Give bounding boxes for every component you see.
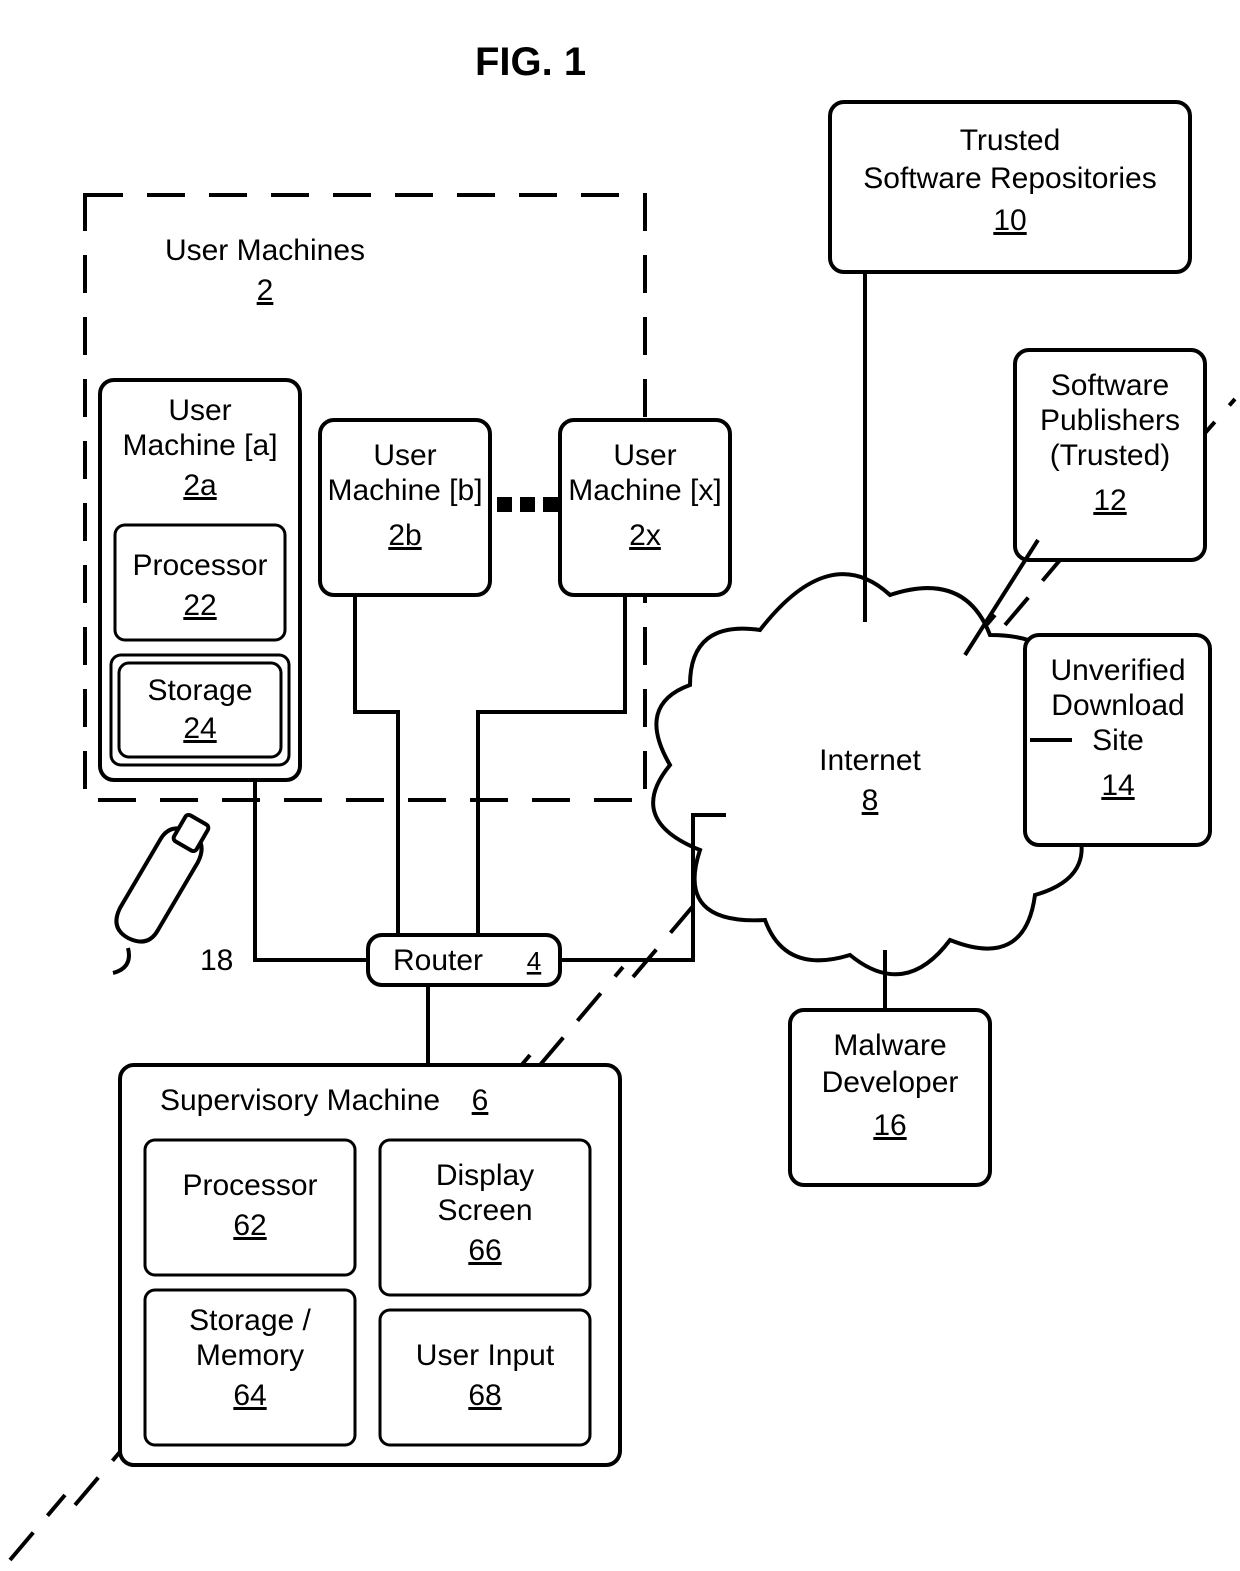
trusted-repo-box: Trusted Software Repositories 10 (830, 102, 1190, 272)
svg-text:Storage: Storage (147, 674, 252, 707)
svg-text:Publishers: Publishers (1040, 404, 1180, 437)
svg-text:Screen: Screen (437, 1194, 532, 1227)
ellipsis-icon (497, 497, 558, 512)
svg-text:22: 22 (183, 589, 216, 622)
svg-text:2a: 2a (183, 469, 217, 502)
svg-text:(Trusted): (Trusted) (1050, 439, 1171, 472)
user-machine-a: User Machine [a] 2a Processor 22 Storage… (100, 380, 300, 780)
svg-text:4: 4 (527, 946, 541, 976)
svg-text:14: 14 (1101, 769, 1134, 802)
svg-text:Router: Router (393, 944, 483, 977)
svg-text:User: User (613, 439, 676, 472)
svg-text:2x: 2x (629, 519, 661, 552)
svg-text:Memory: Memory (196, 1339, 304, 1372)
svg-text:68: 68 (468, 1379, 501, 1412)
svg-text:User: User (373, 439, 436, 472)
svg-text:16: 16 (873, 1109, 906, 1142)
svg-text:Machine [a]: Machine [a] (122, 429, 277, 462)
svg-text:Processor: Processor (182, 1169, 317, 1202)
malware-dev-box: Malware Developer 16 (790, 1010, 990, 1185)
usb-ref: 18 (200, 944, 233, 977)
user-machine-x: User Machine [x] 2x (560, 420, 730, 595)
svg-text:User: User (168, 394, 231, 427)
svg-text:24: 24 (183, 712, 216, 745)
usb-icon: 18 (113, 814, 233, 977)
svg-text:Unverified: Unverified (1050, 654, 1185, 687)
svg-text:Storage /: Storage / (189, 1304, 311, 1337)
router-box: Router 4 (368, 935, 560, 985)
svg-text:Machine [b]: Machine [b] (327, 474, 482, 507)
publishers-box: Software Publishers (Trusted) 12 (1015, 350, 1205, 560)
svg-text:8: 8 (862, 784, 879, 817)
svg-text:10: 10 (993, 204, 1026, 237)
svg-text:66: 66 (468, 1234, 501, 1267)
svg-text:2b: 2b (388, 519, 421, 552)
svg-text:Machine [x]: Machine [x] (568, 474, 721, 507)
svg-text:Processor: Processor (132, 549, 267, 582)
svg-text:64: 64 (233, 1379, 266, 1412)
svg-text:Trusted: Trusted (960, 124, 1061, 157)
diagram-canvas: FIG. 1 User Machines 2 User Machine [a] … (0, 0, 1240, 1571)
svg-text:Internet: Internet (819, 744, 921, 777)
supervisory-machine-box: Supervisory Machine 6 Processor 62 Stora… (120, 1065, 620, 1465)
svg-text:Supervisory Machine: Supervisory Machine (160, 1084, 440, 1117)
svg-text:12: 12 (1093, 484, 1126, 517)
svg-text:Software Repositories: Software Repositories (863, 162, 1156, 195)
user-machines-label: User Machines (165, 234, 365, 267)
figure-title: FIG. 1 (475, 40, 586, 84)
svg-text:6: 6 (472, 1084, 489, 1117)
svg-text:Software: Software (1051, 369, 1169, 402)
svg-text:Malware: Malware (833, 1029, 946, 1062)
user-machine-b: User Machine [b] 2b (320, 420, 490, 595)
svg-text:Site: Site (1092, 724, 1144, 757)
svg-text:Display: Display (436, 1159, 534, 1192)
svg-text:62: 62 (233, 1209, 266, 1242)
svg-text:Developer: Developer (822, 1066, 959, 1099)
svg-text:User Input: User Input (416, 1339, 555, 1372)
user-machines-ref: 2 (257, 274, 274, 307)
svg-text:Download: Download (1051, 689, 1184, 722)
